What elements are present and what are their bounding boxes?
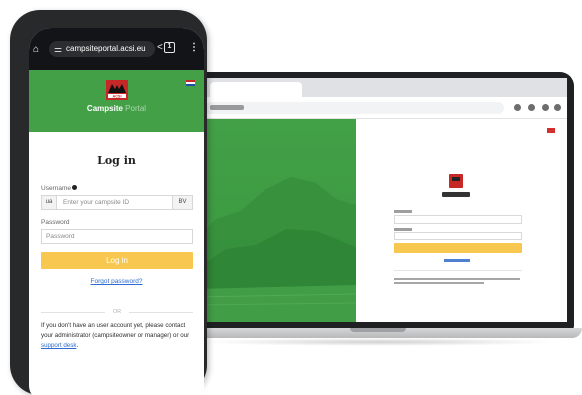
username-prefix: ua xyxy=(42,196,57,209)
phone-screen: ⌂ ⚌ campsiteportal.acsi.eu < 1 ⋮ ACSI Ca… xyxy=(29,28,204,395)
address-text xyxy=(210,105,244,110)
hero-image-panel xyxy=(196,119,356,322)
or-divider: OR xyxy=(41,308,193,316)
login-button[interactable]: Log in xyxy=(41,252,193,269)
username-label-text: Username xyxy=(41,185,71,192)
extensions-icon[interactable] xyxy=(528,104,535,111)
divider-line xyxy=(129,312,193,313)
browser-tab[interactable] xyxy=(210,82,302,97)
desktop-info-text xyxy=(394,282,484,284)
address-bar[interactable] xyxy=(204,102,504,114)
account-info-text: If you don't have an user account yet, p… xyxy=(41,321,196,351)
desktop-password-label xyxy=(394,228,412,231)
language-flag-icon[interactable] xyxy=(547,128,555,133)
forgot-password-link[interactable]: Forgot password? xyxy=(29,278,204,285)
mobile-browser-bar: ⌂ ⚌ campsiteportal.acsi.eu < 1 ⋮ xyxy=(29,28,204,70)
zoom-icon[interactable] xyxy=(514,104,521,111)
brand-bold: Campsite xyxy=(86,104,123,113)
acsi-logo-text: ACSI xyxy=(112,94,121,98)
username-suffix: BV xyxy=(172,196,192,209)
password-field[interactable]: Password xyxy=(41,229,193,244)
site-settings-icon[interactable]: ⚌ xyxy=(54,43,62,55)
desktop-forgot-link[interactable] xyxy=(444,259,470,262)
info-end: . xyxy=(76,342,79,349)
laptop-notch xyxy=(350,328,406,332)
username-input[interactable]: Enter your campsite ID xyxy=(63,196,129,209)
password-input[interactable]: Password xyxy=(46,230,75,243)
desktop-login-button[interactable] xyxy=(394,243,522,253)
desktop-or-divider xyxy=(394,270,522,271)
username-field[interactable]: ua Enter your campsite ID BV xyxy=(41,195,193,210)
desktop-username-label xyxy=(394,210,412,213)
desktop-password-input[interactable] xyxy=(394,232,522,240)
brand-light: Portal xyxy=(125,104,147,113)
share-icon[interactable]: < xyxy=(157,42,163,54)
password-label: Password xyxy=(41,219,70,226)
desktop-info-text xyxy=(394,278,520,280)
desktop-login-panel xyxy=(356,119,567,322)
settings-icon[interactable] xyxy=(542,104,549,111)
tab-count-icon[interactable]: 1 xyxy=(164,42,175,53)
desktop-username-input[interactable] xyxy=(394,215,522,224)
login-title: Log in xyxy=(97,154,136,167)
mobile-url-text: campsiteportal.acsi.eu xyxy=(66,44,146,53)
username-label: Username xyxy=(41,185,77,192)
mobile-address-bar[interactable]: ⚌ campsiteportal.acsi.eu xyxy=(49,41,155,57)
laptop-shadow xyxy=(200,338,560,346)
info-icon[interactable] xyxy=(71,185,77,190)
laptop-screen xyxy=(196,78,567,322)
mountain-lake-image xyxy=(196,177,356,322)
browser-tab-strip xyxy=(196,78,567,97)
desktop-login-title xyxy=(442,192,470,197)
portal-brand: Campsite Portal xyxy=(29,104,204,113)
info-text: If you don't have an user account yet, p… xyxy=(41,322,190,339)
portal-header: ACSI Campsite Portal xyxy=(29,70,204,132)
acsi-logo-icon: ACSI xyxy=(106,80,128,100)
browser-toolbar xyxy=(196,97,567,119)
support-desk-link[interactable]: support desk xyxy=(41,342,76,349)
language-flag-icon[interactable] xyxy=(186,80,195,86)
overflow-menu-icon[interactable]: ⋮ xyxy=(189,42,199,54)
home-icon[interactable]: ⌂ xyxy=(33,45,43,55)
acsi-logo-icon xyxy=(449,174,463,188)
phone-frame: ⌂ ⚌ campsiteportal.acsi.eu < 1 ⋮ ACSI Ca… xyxy=(10,10,207,395)
menu-icon[interactable] xyxy=(554,104,561,111)
